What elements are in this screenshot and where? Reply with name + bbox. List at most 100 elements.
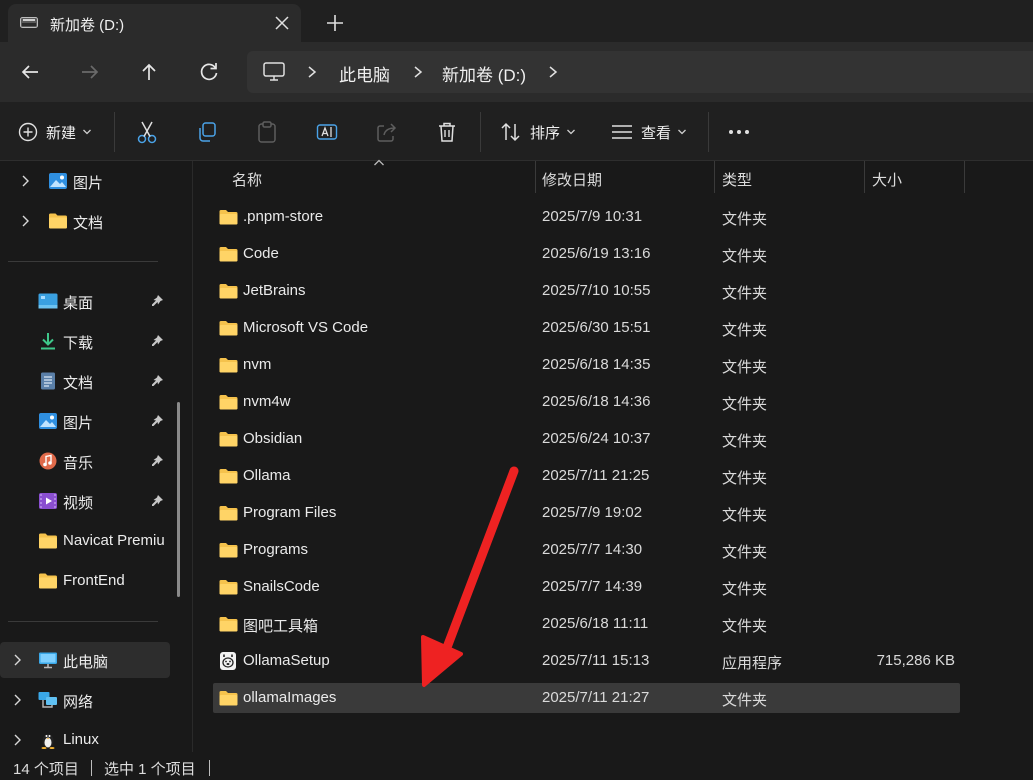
status-divider — [209, 760, 210, 776]
chevron-right-icon[interactable] — [412, 65, 424, 79]
file-modified-date: 2025/7/11 21:27 — [542, 689, 650, 706]
close-icon[interactable] — [270, 11, 294, 35]
download-icon — [41, 333, 55, 350]
file-name: Obsidian — [243, 430, 303, 447]
folder-icon — [219, 284, 238, 299]
tab-active[interactable]: 新加卷 (D:) — [8, 4, 301, 42]
file-size: 715,286 KB — [876, 652, 955, 669]
file-row[interactable]: Ollama 2025/7/11 21:25 文件夹 — [213, 461, 960, 491]
file-name: .pnpm-store — [243, 208, 324, 225]
folder-icon — [49, 213, 67, 229]
sidebar-item-network[interactable]: 网络 — [0, 682, 170, 718]
pictures-icon — [49, 173, 67, 189]
sidebar-item-pictures-pinned[interactable]: 图片 — [0, 403, 170, 439]
chevron-right-icon[interactable] — [547, 65, 559, 79]
copy-button[interactable] — [196, 119, 218, 145]
file-row[interactable]: Program Files 2025/7/9 19:02 文件夹 — [213, 498, 960, 528]
file-row[interactable]: .pnpm-store 2025/7/9 10:31 文件夹 — [213, 202, 960, 232]
computer-icon — [263, 62, 285, 81]
up-arrow-icon[interactable] — [135, 58, 163, 86]
sidebar-item-videos[interactable]: 视频 — [0, 483, 170, 519]
chevron-right-icon[interactable] — [10, 653, 24, 667]
column-divider[interactable] — [964, 161, 965, 193]
file-row[interactable]: OllamaSetup 2025/7/11 15:13 应用程序 715,286 KB — [213, 646, 960, 676]
sidebar-item-documents[interactable]: 文档 — [0, 363, 170, 399]
sidebar-item-navicat[interactable]: Navicat Premiu — [0, 523, 170, 559]
sidebar-item-desktop[interactable]: 桌面 — [0, 283, 170, 319]
delete-button[interactable] — [437, 119, 457, 145]
folder-icon — [219, 395, 238, 410]
rename-icon — [316, 124, 338, 140]
file-type: 文件夹 — [722, 322, 768, 339]
chevron-down-icon — [83, 129, 91, 135]
rename-button[interactable] — [316, 119, 338, 145]
address-bar[interactable]: 此电脑 新加卷 (D:) — [247, 51, 1033, 93]
paste-button[interactable] — [256, 119, 278, 145]
navigation-pane: 图片 文档 桌面 下载 文档 图片 音乐 视频 Navicat Premiu F… — [0, 161, 192, 752]
chevron-right-icon[interactable] — [306, 65, 318, 79]
chevron-down-icon — [567, 129, 575, 135]
sidebar-item-this-pc[interactable]: 此电脑 — [0, 642, 170, 678]
pin-icon[interactable] — [150, 334, 164, 348]
chevron-right-icon[interactable] — [18, 214, 32, 228]
sidebar-item-documents-folder[interactable]: 文档 — [0, 203, 170, 239]
documents-icon — [41, 372, 55, 390]
column-header-label: 名称 — [232, 172, 263, 189]
breadcrumb-this-pc[interactable]: 此电脑 — [339, 61, 390, 86]
file-row[interactable]: JetBrains 2025/7/10 10:55 文件夹 — [213, 276, 960, 306]
share-button[interactable] — [376, 119, 398, 145]
file-type: 文件夹 — [722, 359, 768, 376]
file-row[interactable]: Code 2025/6/19 13:16 文件夹 — [213, 239, 960, 269]
forward-arrow-icon[interactable] — [76, 58, 104, 86]
breadcrumb-drive-d[interactable]: 新加卷 (D:) — [442, 61, 526, 86]
column-header-label: 类型 — [722, 172, 753, 189]
chevron-right-icon[interactable] — [10, 733, 24, 747]
sidebar-item-music[interactable]: 音乐 — [0, 443, 170, 479]
column-header-date[interactable]: 修改日期 — [535, 161, 714, 193]
toolbar-divider — [480, 112, 481, 152]
file-row[interactable]: Programs 2025/7/7 14:30 文件夹 — [213, 535, 960, 565]
sort-button[interactable]: 排序 — [500, 119, 576, 145]
sidebar-item-downloads[interactable]: 下载 — [0, 323, 170, 359]
file-row[interactable]: Obsidian 2025/6/24 10:37 文件夹 — [213, 424, 960, 454]
chevron-right-icon[interactable] — [18, 174, 32, 188]
sidebar-item-frontend[interactable]: FrontEnd — [0, 563, 170, 599]
tab-title: 新加卷 (D:) — [50, 17, 125, 34]
pin-icon[interactable] — [150, 294, 164, 308]
view-button[interactable]: 查看 — [611, 119, 687, 145]
sidebar-item-linux[interactable]: Linux — [0, 722, 170, 752]
column-header-size[interactable]: 大小 — [865, 161, 964, 193]
trash-icon — [439, 122, 455, 142]
file-row[interactable]: nvm4w 2025/6/18 14:36 文件夹 — [213, 387, 960, 417]
file-row[interactable]: 图吧工具箱 2025/6/18 11:11 文件夹 — [213, 609, 960, 639]
toolbar-divider — [708, 112, 709, 152]
file-modified-date: 2025/7/7 14:30 — [542, 541, 643, 558]
file-row[interactable]: ollamaImages 2025/7/11 21:27 文件夹 — [213, 683, 960, 713]
column-header-type[interactable]: 类型 — [715, 161, 864, 193]
sidebar-scrollbar[interactable] — [177, 402, 180, 597]
sidebar-item-pictures[interactable]: 图片 — [0, 163, 170, 199]
pin-icon[interactable] — [150, 494, 164, 508]
file-modified-date: 2025/7/11 15:13 — [542, 652, 650, 669]
view-button-label: 查看 — [641, 124, 672, 142]
sidebar-item-label: 网络 — [63, 694, 94, 711]
file-type: 文件夹 — [722, 211, 768, 228]
back-arrow-icon[interactable] — [16, 58, 44, 86]
cut-button[interactable] — [136, 119, 158, 145]
file-row[interactable]: nvm 2025/6/18 14:35 文件夹 — [213, 350, 960, 380]
new-button[interactable]: 新建 — [18, 119, 92, 145]
file-type: 文件夹 — [722, 470, 768, 487]
file-row[interactable]: Microsoft VS Code 2025/6/30 15:51 文件夹 — [213, 313, 960, 343]
file-row[interactable]: SnailsCode 2025/7/7 14:39 文件夹 — [213, 572, 960, 602]
column-header-name[interactable]: 名称 — [225, 161, 535, 193]
linux-icon — [41, 734, 55, 749]
tab-strip: 新加卷 (D:) — [0, 0, 1033, 42]
more-options-button[interactable] — [728, 119, 750, 145]
pin-icon[interactable] — [150, 454, 164, 468]
pin-icon[interactable] — [150, 374, 164, 388]
add-tab-icon[interactable] — [322, 10, 348, 36]
pin-icon[interactable] — [150, 414, 164, 428]
scissors-icon — [137, 121, 157, 144]
refresh-icon[interactable] — [195, 58, 223, 86]
chevron-right-icon[interactable] — [10, 693, 24, 707]
